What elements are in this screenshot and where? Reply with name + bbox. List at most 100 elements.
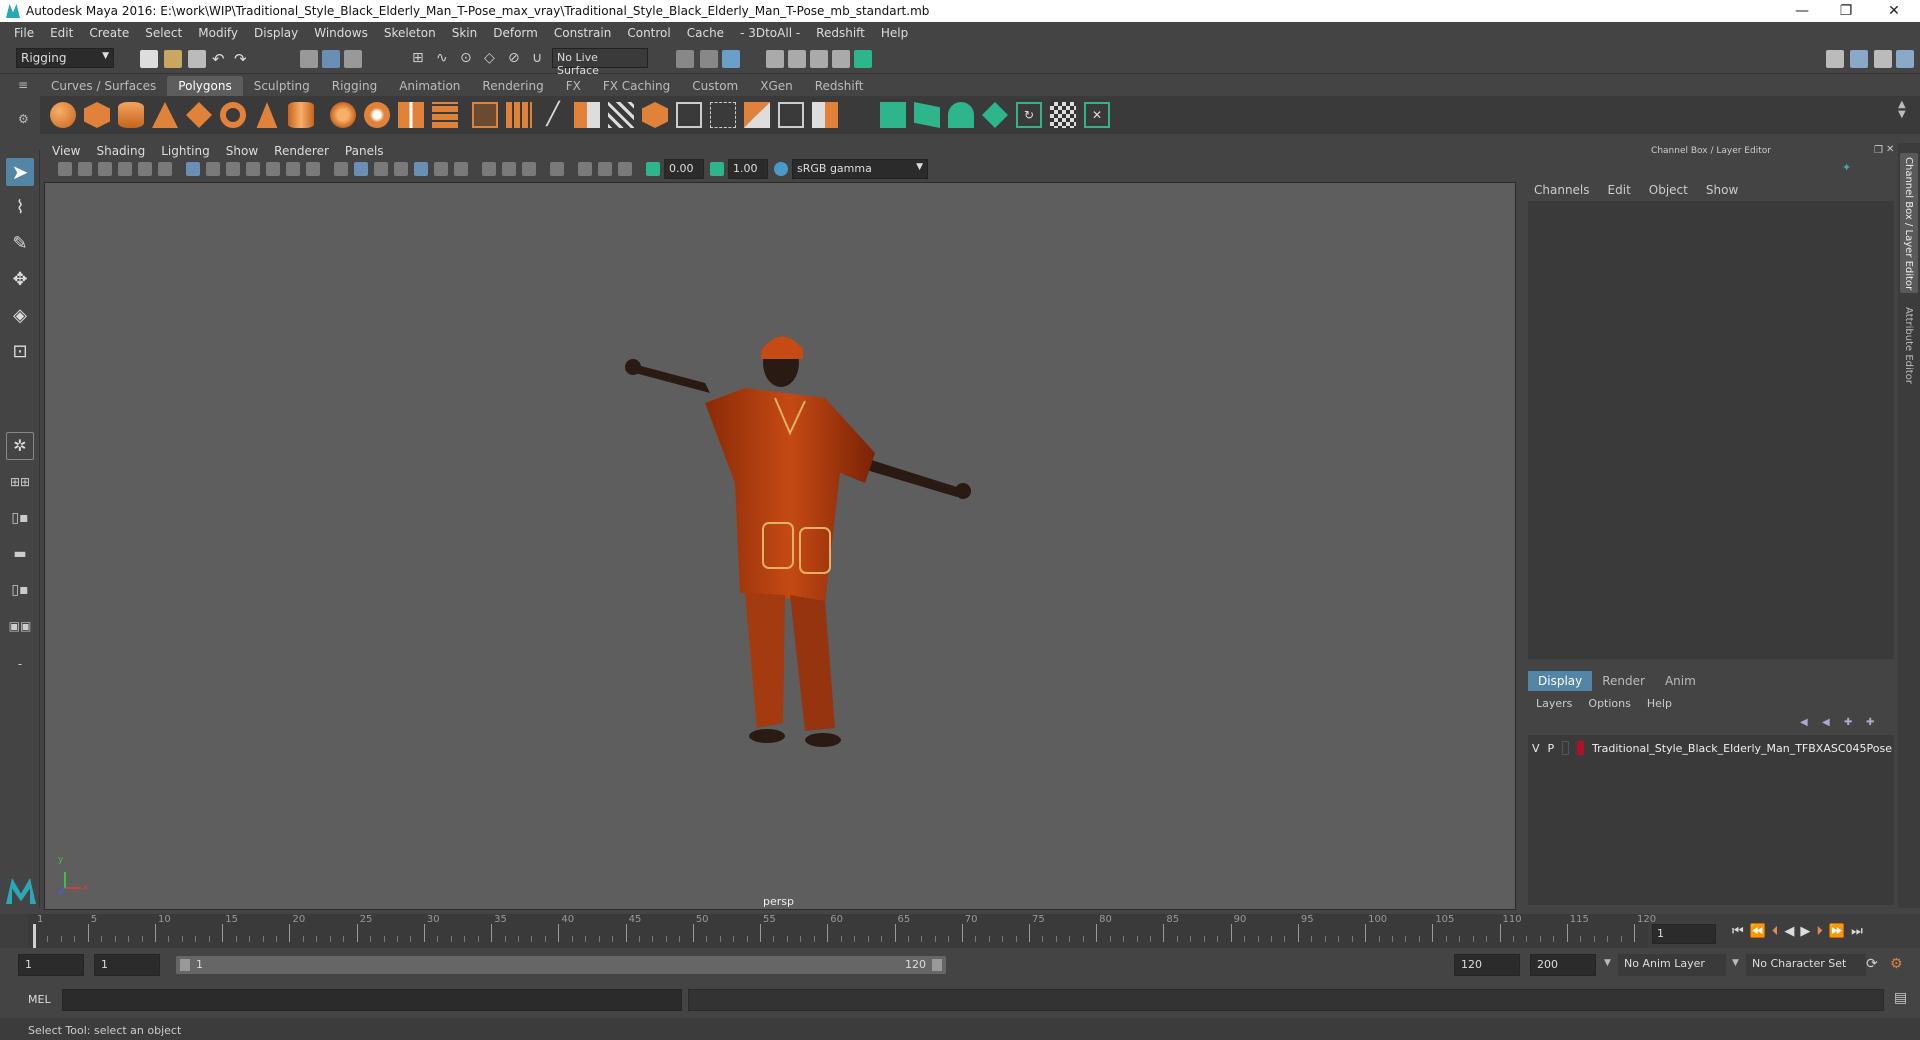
anim-layer-field[interactable]: No Anim Layer bbox=[1618, 954, 1726, 976]
channels-menu[interactable]: Channels bbox=[1534, 183, 1590, 197]
animation-preferences-icon[interactable]: ⚙ bbox=[1890, 956, 1903, 972]
mirror-icon[interactable] bbox=[398, 102, 424, 128]
modeling-toolkit-icon[interactable] bbox=[1826, 50, 1844, 68]
float-panel-icon[interactable]: ❐ bbox=[1874, 145, 1883, 156]
undo-icon[interactable]: ↶ bbox=[212, 50, 230, 68]
menu-help[interactable]: Help bbox=[873, 26, 916, 40]
tool-settings-toggle-icon[interactable] bbox=[1874, 50, 1892, 68]
attribute-editor-side-tab[interactable]: Attribute Editor bbox=[1900, 303, 1918, 403]
poly-cone-icon[interactable] bbox=[152, 102, 178, 128]
move-tool-icon[interactable]: ✥ bbox=[6, 266, 34, 294]
snap-grid-icon[interactable]: ⊞ bbox=[412, 50, 430, 68]
layout-uv-icon[interactable] bbox=[812, 102, 838, 128]
poly-cylinder-icon[interactable] bbox=[118, 102, 144, 128]
menu-control[interactable]: Control bbox=[619, 26, 678, 40]
perspective-viewport[interactable]: y x persp bbox=[44, 182, 1516, 910]
auto-key-icon[interactable]: ⟳ bbox=[1866, 956, 1878, 972]
shelf-settings-icon[interactable]: ⚙ bbox=[18, 112, 29, 126]
bridge-icon[interactable] bbox=[574, 102, 600, 128]
range-bar[interactable]: 1 120 bbox=[176, 956, 946, 974]
persp-outliner-layout-icon[interactable]: ▯▪ bbox=[6, 504, 34, 532]
unfold-icon[interactable] bbox=[778, 102, 804, 128]
menuset-dropdown[interactable]: Rigging ▼ bbox=[16, 48, 114, 68]
snap-point-icon[interactable]: ⊙ bbox=[460, 50, 478, 68]
play-forward-icon[interactable]: ▶ bbox=[1800, 924, 1810, 939]
fill-hole-icon[interactable] bbox=[642, 102, 668, 128]
menu-modify[interactable]: Modify bbox=[190, 26, 246, 40]
xray-active-components-icon[interactable] bbox=[598, 162, 612, 176]
live-surface-field[interactable]: No Live Surface bbox=[552, 48, 648, 77]
options-menu[interactable]: Options bbox=[1588, 697, 1630, 710]
menu-cache[interactable]: Cache bbox=[679, 26, 732, 40]
tab-anim[interactable]: Anim bbox=[1655, 671, 1706, 691]
panel-menu-view[interactable]: View bbox=[44, 144, 88, 158]
menu-edit[interactable]: Edit bbox=[42, 26, 81, 40]
current-frame-field[interactable]: 1 bbox=[1652, 924, 1716, 944]
panel-menu-lighting[interactable]: Lighting bbox=[153, 144, 218, 158]
tab-rendering[interactable]: Rendering bbox=[471, 76, 554, 96]
flatten-icon[interactable]: ↻ bbox=[1016, 102, 1042, 128]
current-frame-marker[interactable] bbox=[33, 924, 36, 948]
go-to-start-icon[interactable]: ⏮ bbox=[1732, 924, 1744, 939]
playback-end-field[interactable]: 120 bbox=[1454, 954, 1520, 976]
smooth-icon[interactable] bbox=[432, 102, 458, 128]
bevel-icon[interactable] bbox=[506, 102, 532, 128]
smooth-shade-icon[interactable] bbox=[354, 162, 368, 176]
xray-joints-icon[interactable] bbox=[618, 162, 632, 176]
redshift-render-icon[interactable] bbox=[854, 50, 872, 68]
depth-of-field-icon[interactable] bbox=[522, 162, 536, 176]
select-tool-icon[interactable]: ➤ bbox=[6, 158, 34, 186]
character-set-field[interactable]: No Character Set bbox=[1746, 954, 1866, 976]
four-view-layout-icon[interactable]: ⊞⊞ bbox=[6, 468, 34, 496]
render-view-icon[interactable] bbox=[810, 50, 828, 68]
tab-custom[interactable]: Custom bbox=[681, 76, 749, 96]
poly-pyramid-icon[interactable] bbox=[256, 102, 278, 128]
checker-icon[interactable] bbox=[1050, 102, 1076, 128]
image-plane-icon[interactable] bbox=[118, 162, 132, 176]
multi-cut-icon[interactable]: ╱ bbox=[540, 102, 566, 128]
shelf-menu-icon[interactable]: ≡ bbox=[18, 78, 32, 92]
make-live-icon[interactable]: ∪ bbox=[532, 50, 550, 68]
menu-redshift[interactable]: Redshift bbox=[808, 26, 873, 40]
layer-color-swatch[interactable] bbox=[1576, 741, 1584, 755]
scale-tool-icon[interactable]: ⊡ bbox=[6, 338, 34, 366]
wireframe-icon[interactable] bbox=[334, 162, 348, 176]
tab-sculpting[interactable]: Sculpting bbox=[243, 76, 321, 96]
tab-redshift[interactable]: Redshift bbox=[804, 76, 875, 96]
menu-windows[interactable]: Windows bbox=[306, 26, 376, 40]
menu-constrain[interactable]: Constrain bbox=[546, 26, 620, 40]
restore-button[interactable]: ❐ bbox=[1824, 0, 1868, 22]
attribute-editor-toggle-icon[interactable] bbox=[1850, 50, 1868, 68]
snap-plane-icon[interactable]: ◇ bbox=[484, 50, 502, 68]
uv-editor-icon[interactable] bbox=[676, 102, 702, 128]
shelf-scroll-icon[interactable]: ▲ ▼ bbox=[1898, 100, 1906, 120]
animation-end-field[interactable]: 200 bbox=[1530, 954, 1596, 976]
play-backward-icon[interactable]: ◀ bbox=[1784, 924, 1794, 939]
persp-graph-layout-icon[interactable]: ▬ bbox=[6, 540, 34, 568]
redo-icon[interactable]: ↷ bbox=[234, 50, 252, 68]
poly-cube-icon[interactable] bbox=[84, 102, 110, 128]
menu-select[interactable]: Select bbox=[137, 26, 190, 40]
layer-playback-toggle[interactable]: P bbox=[1548, 742, 1555, 755]
camera-attributes-icon[interactable] bbox=[78, 162, 92, 176]
planar-map-icon[interactable] bbox=[710, 102, 736, 128]
persp-outliner-graph-layout-icon[interactable]: ▯▪ bbox=[6, 576, 34, 604]
exposure-field[interactable]: 0.00 bbox=[664, 159, 704, 179]
tab-fx-caching[interactable]: FX Caching bbox=[592, 76, 681, 96]
character-model[interactable] bbox=[45, 183, 1515, 909]
manipulator-icon[interactable]: ✦ bbox=[1842, 161, 1854, 174]
film-gate-icon[interactable] bbox=[206, 162, 220, 176]
screen-space-ao-icon[interactable] bbox=[454, 162, 468, 176]
tab-render[interactable]: Render bbox=[1592, 671, 1655, 691]
animation-start-field[interactable]: 1 bbox=[18, 954, 84, 976]
tab-curves-surfaces[interactable]: Curves / Surfaces bbox=[40, 76, 167, 96]
layer-type-toggle[interactable] bbox=[1562, 741, 1569, 755]
menu-skin[interactable]: Skin bbox=[444, 26, 486, 40]
shadows-icon[interactable] bbox=[434, 162, 448, 176]
step-back-frame-icon[interactable]: ⏪ bbox=[1750, 924, 1766, 939]
layer-row[interactable]: V P Traditional_Style_Black_Elderly_Man_… bbox=[1532, 739, 1892, 757]
render-region-icon[interactable] bbox=[676, 50, 694, 68]
render-settings-icon[interactable] bbox=[766, 50, 784, 68]
wireframe-on-shaded-icon[interactable] bbox=[374, 162, 388, 176]
menu-create[interactable]: Create bbox=[81, 26, 137, 40]
